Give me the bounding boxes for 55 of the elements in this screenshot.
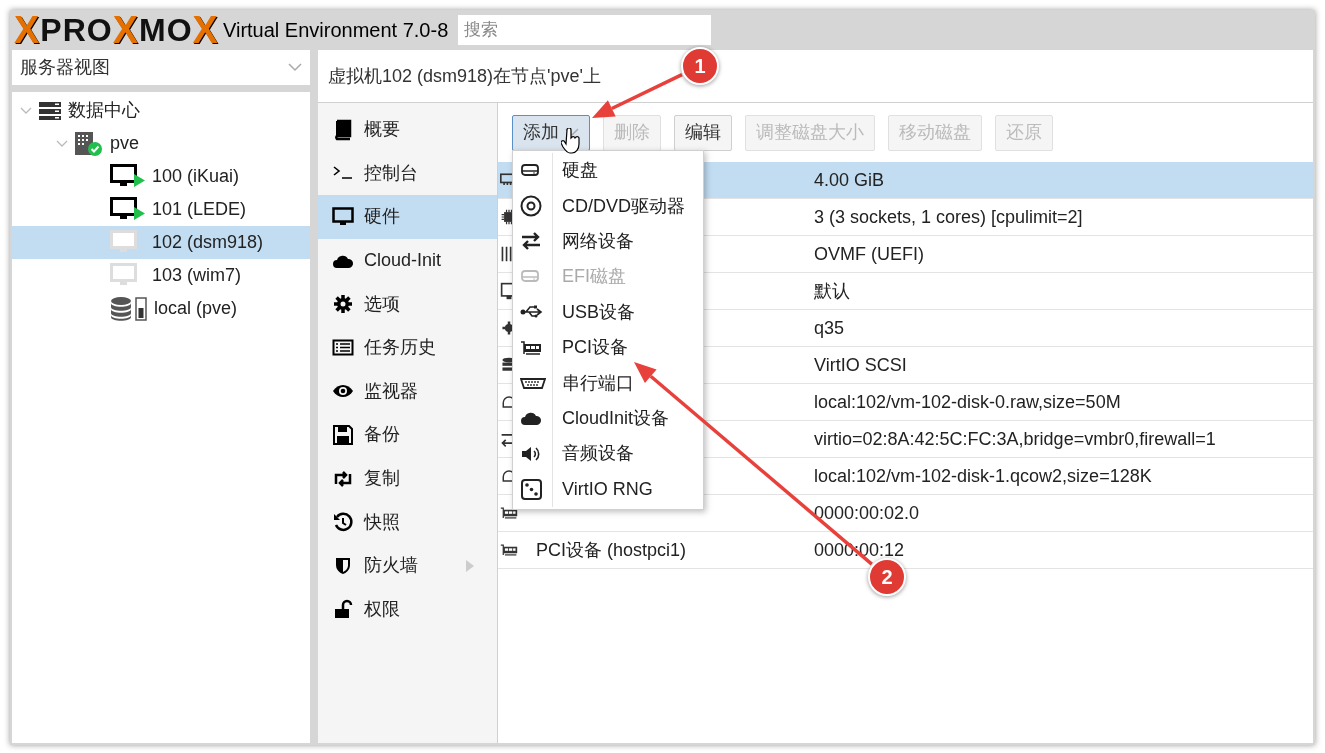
storage-icon [110,295,148,322]
expander-open-icon [20,106,32,115]
view-dropdown[interactable]: 服务器视图 [12,50,310,85]
tree-item[interactable]: 103 (wim7) [12,259,310,292]
history-icon [332,511,354,534]
nav-item[interactable]: 选项 [318,282,497,326]
gear-icon [332,293,354,316]
nav-item[interactable]: 概要 [318,108,497,152]
table-cell-text: 0000:00:02.0 [814,501,920,525]
table-cell-text: VirtIO SCSI [814,353,907,377]
nav-item[interactable]: 备份 [318,413,497,457]
chevron-down-icon [288,63,302,72]
unlocked-padlock-icon [332,598,354,621]
nav-item[interactable]: 快照 [318,500,497,544]
table-cell-text: q35 [814,316,845,340]
nav-item[interactable]: 任务历史 [318,325,497,370]
panel-title: 虚拟机102 (dsm918)在节点'pve'上 [328,64,601,88]
toolbar-button: 删除 [603,114,661,151]
nav-item[interactable]: 硬件 [318,195,497,239]
tree-item[interactable]: 100 (iKuai) [12,160,310,193]
nav-item[interactable]: 复制 [318,456,497,501]
table-cell-text: PCI设备 (hostpci1) [536,538,687,562]
table-cell-text: virtio=02:8A:42:5C:FC:3A,bridge=vmbr0,firewall=1 [814,427,1216,451]
product-version: Virtual Environment 7.0-8 [222,18,449,43]
proxmox-logo: XPROXMOX [14,11,219,49]
book-icon [332,118,354,141]
tree-item[interactable]: 101 (LEDE) [12,193,310,226]
nav-item[interactable]: 防火墙 [318,543,497,588]
monitor-icon [332,206,354,228]
table-cell-text: OVMF (UEFI) [814,242,924,266]
nav-item[interactable]: 监视器 [318,369,497,414]
nav-item[interactable]: 权限 [318,587,497,632]
toolbar-button[interactable]: 添加 [512,114,590,151]
nav-item[interactable]: Cloud-Init [318,238,497,283]
toolbar-button: 还原 [995,114,1053,151]
vm-running-icon [110,196,146,223]
vm-running-icon [110,163,146,190]
server-rack-icon [38,100,62,121]
table-cell-text: local:102/vm-102-disk-0.raw,size=50M [814,390,1121,414]
tree-item[interactable]: local (pve) [12,292,310,325]
table-cell-text: local:102/vm-102-disk-1.qcow2,size=128K [814,464,1152,488]
nav-item[interactable]: 控制台 [318,151,497,196]
toolbar-button: 移动磁盘 [888,114,982,151]
toolbar-button[interactable]: 编辑 [674,114,732,151]
node-online-icon [74,130,104,157]
expander-open-icon [56,139,68,148]
tree-item[interactable]: pve [12,127,310,160]
table-cell-text: 默认 [814,279,850,303]
tree-item[interactable]: 102 (dsm918) [12,226,310,259]
toolbar-button: 调整磁盘大小 [745,114,875,151]
search-field[interactable]: 搜索 [458,15,712,45]
table-cell-text: 4.00 GiB [814,168,885,192]
expansion-card-icon [500,541,518,559]
tree-item[interactable]: 数据中心 [12,94,310,127]
table-cell-text: 3 (3 sockets, 1 cores) [cpulimit=2] [814,205,1083,229]
